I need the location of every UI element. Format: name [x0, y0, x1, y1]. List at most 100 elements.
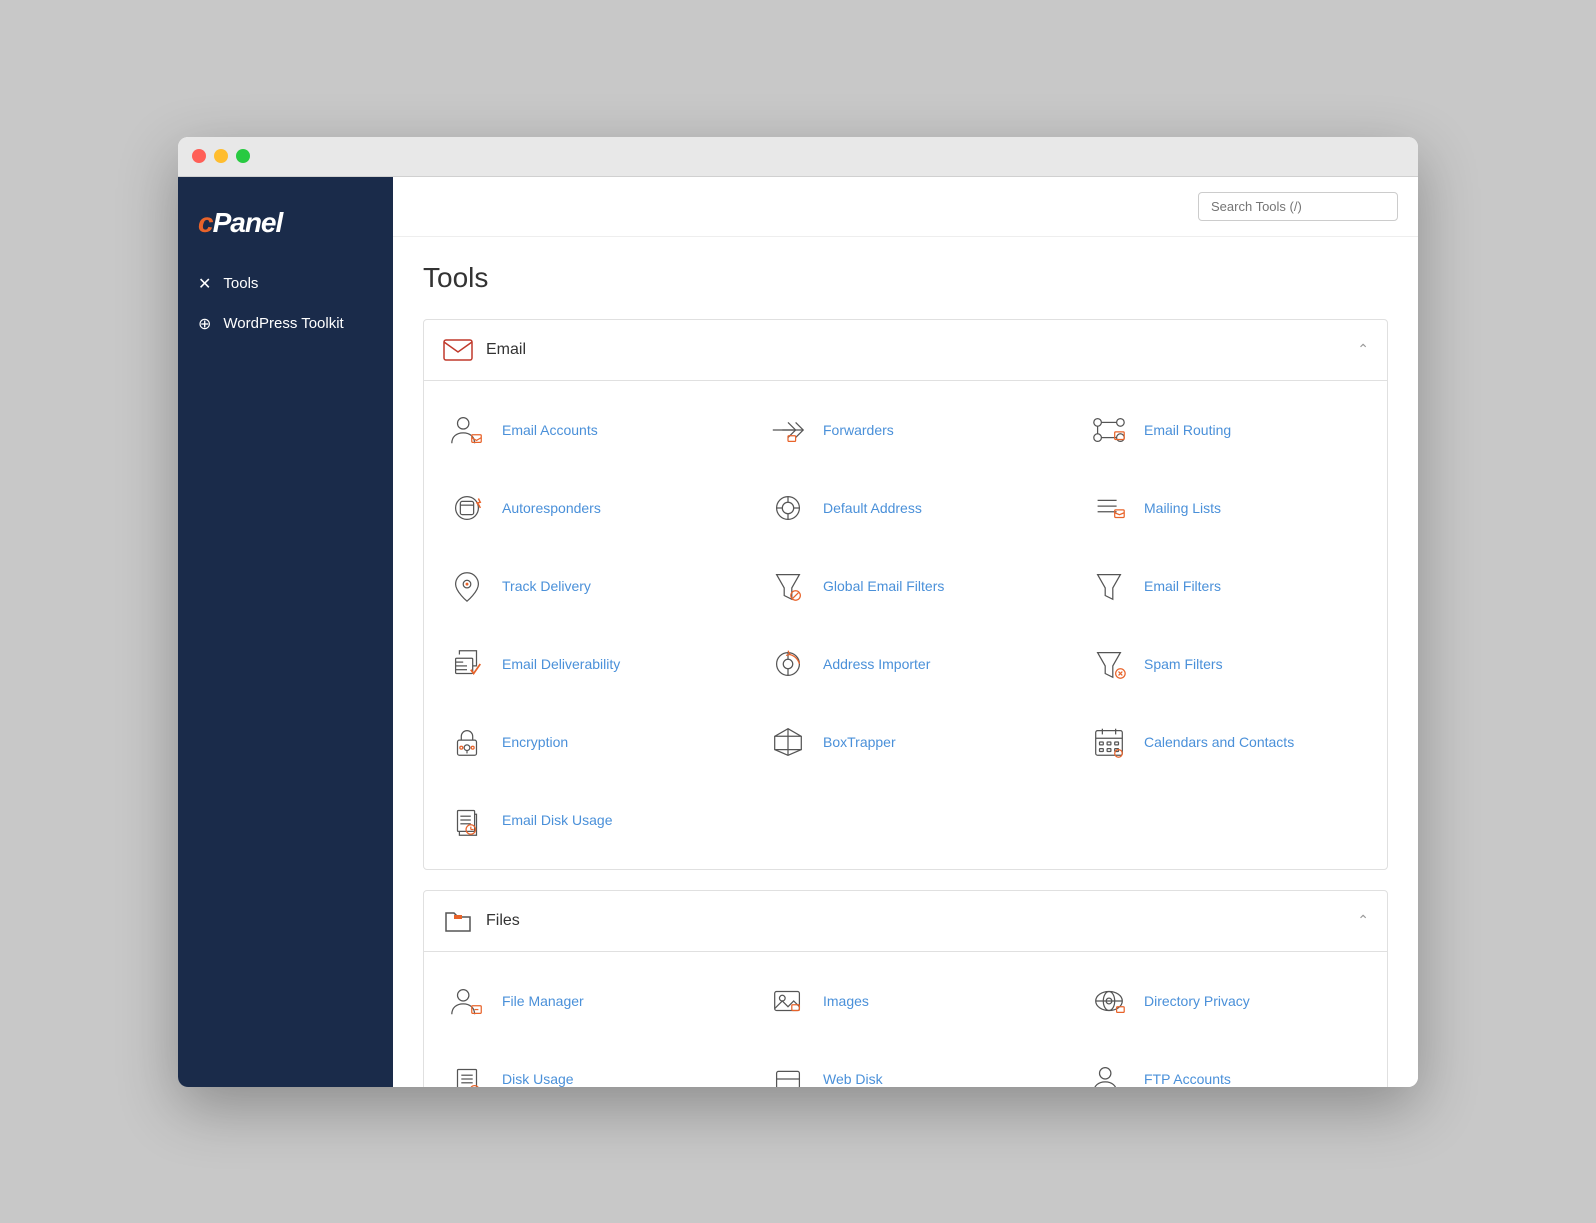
tool-web-disk[interactable]: Web Disk	[745, 1040, 1066, 1087]
file-manager-label: File Manager	[502, 993, 584, 1009]
sidebar: cPanel ✕ Tools ⊕ WordPress Toolkit	[178, 177, 393, 1087]
tool-email-filters[interactable]: Email Filters	[1066, 547, 1387, 625]
wordpress-icon: ⊕	[198, 314, 211, 334]
encryption-icon	[446, 721, 488, 763]
files-section-header[interactable]: Files ⌃	[424, 891, 1387, 952]
disk-usage-icon	[446, 1058, 488, 1087]
email-section-header[interactable]: Email ⌃	[424, 320, 1387, 381]
files-section: Files ⌃	[423, 890, 1388, 1087]
sidebar-item-tools-label: Tools	[223, 275, 258, 292]
email-section-label: Email	[486, 341, 526, 359]
tool-global-email-filters[interactable]: Global Email Filters	[745, 547, 1066, 625]
email-disk-usage-label: Email Disk Usage	[502, 812, 612, 828]
tool-email-accounts[interactable]: Email Accounts	[424, 391, 745, 469]
email-deliverability-icon	[446, 643, 488, 685]
logo: cPanel	[178, 197, 393, 264]
tool-address-importer[interactable]: Address Importer	[745, 625, 1066, 703]
page-title: Tools	[423, 262, 1388, 294]
traffic-lights	[192, 149, 250, 163]
spam-filters-icon	[1088, 643, 1130, 685]
directory-privacy-label: Directory Privacy	[1144, 993, 1250, 1009]
tool-boxtrapper[interactable]: BoxTrapper	[745, 703, 1066, 781]
tool-directory-privacy[interactable]: Directory Privacy	[1066, 962, 1387, 1040]
email-tools-grid: Email Accounts	[424, 381, 1387, 869]
maximize-button[interactable]	[236, 149, 250, 163]
search-tools-input[interactable]	[1198, 192, 1398, 221]
file-manager-icon	[446, 980, 488, 1022]
files-section-header-left: Files	[442, 905, 520, 937]
forwarders-label: Forwarders	[823, 422, 894, 438]
tool-file-manager[interactable]: File Manager	[424, 962, 745, 1040]
app-window: cPanel ✕ Tools ⊕ WordPress Toolkit Tools	[178, 137, 1418, 1087]
email-routing-icon	[1088, 409, 1130, 451]
tool-default-address[interactable]: Default Address	[745, 469, 1066, 547]
tool-encryption[interactable]: Encryption	[424, 703, 745, 781]
web-disk-icon	[767, 1058, 809, 1087]
directory-privacy-icon	[1088, 980, 1130, 1022]
tool-autoresponders[interactable]: Autoresponders	[424, 469, 745, 547]
track-delivery-icon	[446, 565, 488, 607]
default-address-label: Default Address	[823, 500, 922, 516]
address-importer-label: Address Importer	[823, 656, 930, 672]
global-email-filters-icon	[767, 565, 809, 607]
boxtrapper-label: BoxTrapper	[823, 734, 896, 750]
email-section-icon	[442, 334, 474, 366]
wrench-icon: ✕	[198, 274, 211, 294]
default-address-icon	[767, 487, 809, 529]
tool-track-delivery[interactable]: Track Delivery	[424, 547, 745, 625]
tool-forwarders[interactable]: Forwarders	[745, 391, 1066, 469]
mailing-lists-icon	[1088, 487, 1130, 529]
tool-email-deliverability[interactable]: Email Deliverability	[424, 625, 745, 703]
page-content: Tools Email ⌃	[393, 237, 1418, 1087]
sidebar-item-wordpress-toolkit[interactable]: ⊕ WordPress Toolkit	[178, 304, 393, 344]
sidebar-item-tools[interactable]: ✕ Tools	[178, 264, 393, 304]
tool-ftp-accounts[interactable]: FTP FTP Accounts	[1066, 1040, 1387, 1087]
email-chevron-icon: ⌃	[1357, 341, 1369, 358]
tool-spam-filters[interactable]: Spam Filters	[1066, 625, 1387, 703]
email-section: Email ⌃	[423, 319, 1388, 870]
cpanel-logo: cPanel	[198, 207, 373, 239]
images-icon	[767, 980, 809, 1022]
main-header	[393, 177, 1418, 237]
web-disk-label: Web Disk	[823, 1071, 883, 1087]
encryption-label: Encryption	[502, 734, 568, 750]
files-section-icon	[442, 905, 474, 937]
autoresponders-icon	[446, 487, 488, 529]
ftp-accounts-icon: FTP	[1088, 1058, 1130, 1087]
email-accounts-icon	[446, 409, 488, 451]
logo-c: c	[198, 207, 213, 238]
email-disk-usage-icon	[446, 799, 488, 841]
mailing-lists-label: Mailing Lists	[1144, 500, 1221, 516]
email-routing-label: Email Routing	[1144, 422, 1231, 438]
address-importer-icon	[767, 643, 809, 685]
email-filters-icon	[1088, 565, 1130, 607]
tool-email-routing[interactable]: Email Routing	[1066, 391, 1387, 469]
minimize-button[interactable]	[214, 149, 228, 163]
autoresponders-label: Autoresponders	[502, 500, 601, 516]
calendars-contacts-label: Calendars and Contacts	[1144, 734, 1294, 750]
ftp-accounts-label: FTP Accounts	[1144, 1071, 1231, 1087]
tool-images[interactable]: Images	[745, 962, 1066, 1040]
files-tools-grid: File Manager	[424, 952, 1387, 1087]
files-chevron-icon: ⌃	[1357, 912, 1369, 929]
main-content: Tools Email ⌃	[393, 177, 1418, 1087]
disk-usage-label: Disk Usage	[502, 1071, 574, 1087]
tool-email-disk-usage[interactable]: Email Disk Usage	[424, 781, 745, 859]
images-label: Images	[823, 993, 869, 1009]
app-body: cPanel ✕ Tools ⊕ WordPress Toolkit Tools	[178, 177, 1418, 1087]
calendars-contacts-icon	[1088, 721, 1130, 763]
email-deliverability-label: Email Deliverability	[502, 656, 620, 672]
tool-disk-usage[interactable]: Disk Usage	[424, 1040, 745, 1087]
files-section-label: Files	[486, 912, 520, 930]
titlebar	[178, 137, 1418, 177]
tool-mailing-lists[interactable]: Mailing Lists	[1066, 469, 1387, 547]
track-delivery-label: Track Delivery	[502, 578, 591, 594]
email-section-header-left: Email	[442, 334, 526, 366]
boxtrapper-icon	[767, 721, 809, 763]
email-filters-label: Email Filters	[1144, 578, 1221, 594]
global-email-filters-label: Global Email Filters	[823, 578, 944, 594]
email-accounts-label: Email Accounts	[502, 422, 598, 438]
close-button[interactable]	[192, 149, 206, 163]
spam-filters-label: Spam Filters	[1144, 656, 1223, 672]
tool-calendars-contacts[interactable]: Calendars and Contacts	[1066, 703, 1387, 781]
